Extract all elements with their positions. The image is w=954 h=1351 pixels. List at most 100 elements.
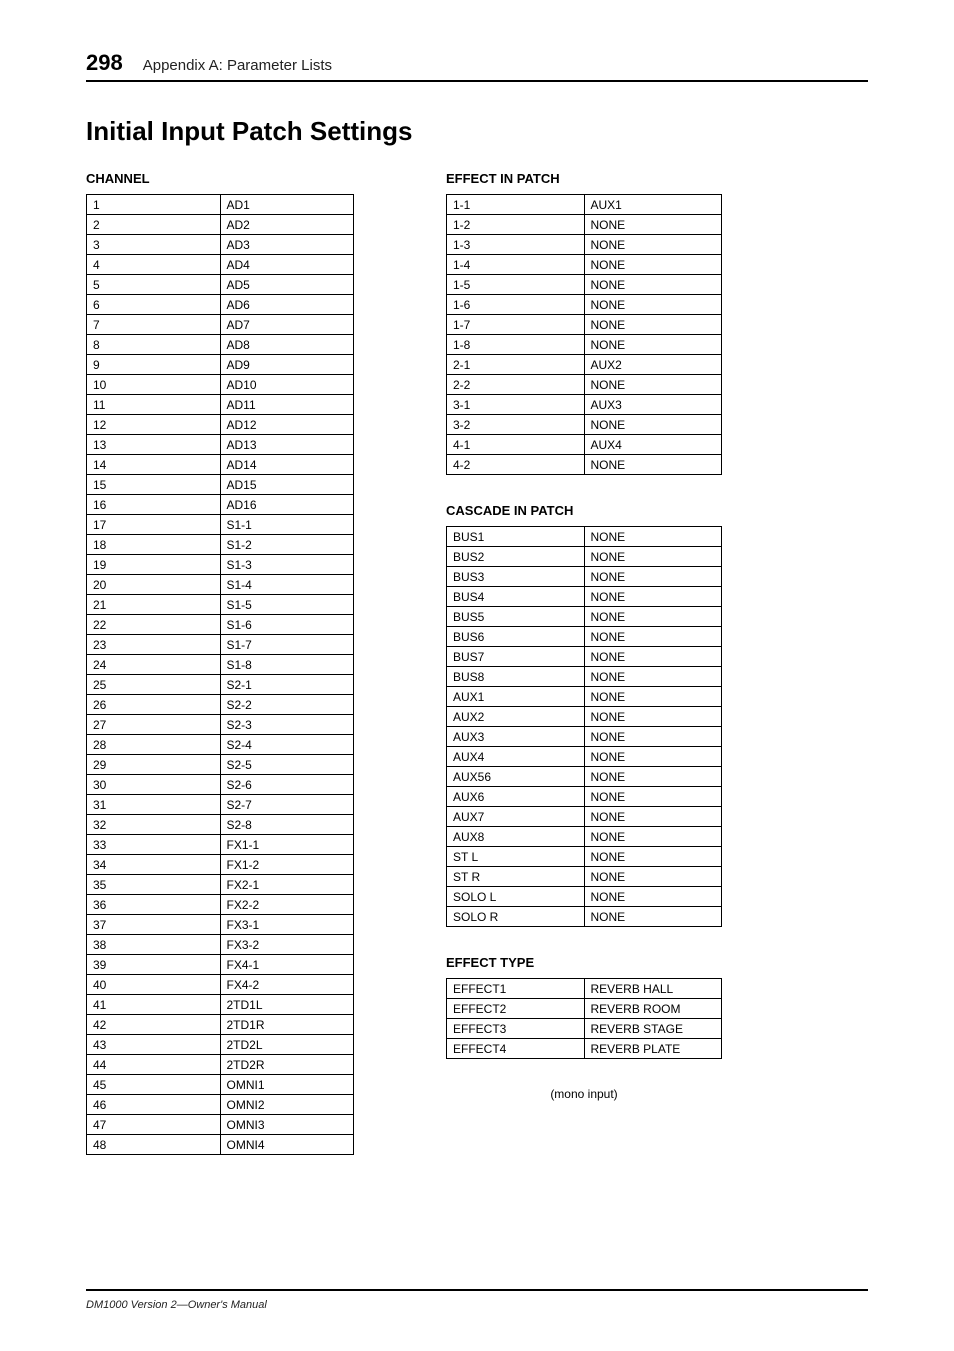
cell-key: 14 [87, 455, 221, 475]
cell-key: 1-3 [447, 235, 585, 255]
table-row: BUS4NONE [447, 587, 722, 607]
cell-key: 18 [87, 535, 221, 555]
cell-key: AUX2 [447, 707, 585, 727]
table-row: 40FX4-2 [87, 975, 354, 995]
table-row: 18S1-2 [87, 535, 354, 555]
cell-value: AD4 [220, 255, 354, 275]
cell-key: AUX56 [447, 767, 585, 787]
table-row: 4-1AUX4 [447, 435, 722, 455]
cell-key: BUS8 [447, 667, 585, 687]
cell-key: 36 [87, 895, 221, 915]
cell-value: OMNI4 [220, 1135, 354, 1155]
cell-key: 44 [87, 1055, 221, 1075]
cell-value: NONE [584, 647, 722, 667]
cell-key: 23 [87, 635, 221, 655]
cell-value: AD13 [220, 435, 354, 455]
table-row: 1-5NONE [447, 275, 722, 295]
chapter-title: Appendix A: Parameter Lists [143, 57, 332, 74]
page-number: 298 [86, 50, 123, 76]
cell-key: 7 [87, 315, 221, 335]
cell-value: S1-1 [220, 515, 354, 535]
cell-value: S2-2 [220, 695, 354, 715]
cell-value: AD8 [220, 335, 354, 355]
table-row: 14AD14 [87, 455, 354, 475]
cell-key: 22 [87, 615, 221, 635]
cell-key: 1-4 [447, 255, 585, 275]
channel-table: 1AD12AD23AD34AD45AD56AD67AD78AD89AD910AD… [86, 194, 354, 1155]
table-row: 15AD15 [87, 475, 354, 495]
cascade-in-patch-title: CASCADE IN PATCH [446, 503, 722, 518]
cell-value: OMNI2 [220, 1095, 354, 1115]
cell-value: AD10 [220, 375, 354, 395]
cell-value: FX2-2 [220, 895, 354, 915]
cell-value: AUX2 [584, 355, 722, 375]
cell-key: 8 [87, 335, 221, 355]
cell-value: NONE [584, 907, 722, 927]
table-row: SOLO LNONE [447, 887, 722, 907]
table-row: 47OMNI3 [87, 1115, 354, 1135]
table-row: EFFECT2REVERB ROOM [447, 999, 722, 1019]
cell-value: FX3-2 [220, 935, 354, 955]
cell-key: 40 [87, 975, 221, 995]
cell-value: FX4-1 [220, 955, 354, 975]
table-row: 33FX1-1 [87, 835, 354, 855]
cell-value: S2-7 [220, 795, 354, 815]
cell-key: 10 [87, 375, 221, 395]
cell-value: S1-6 [220, 615, 354, 635]
table-row: 3-1AUX3 [447, 395, 722, 415]
cell-value: NONE [584, 295, 722, 315]
table-row: 432TD2L [87, 1035, 354, 1055]
cell-value: AD9 [220, 355, 354, 375]
cell-key: 28 [87, 735, 221, 755]
table-row: 31S2-7 [87, 795, 354, 815]
table-row: 48OMNI4 [87, 1135, 354, 1155]
cell-value: S1-7 [220, 635, 354, 655]
cell-value: S1-8 [220, 655, 354, 675]
page-header: 298 Appendix A: Parameter Lists [86, 50, 868, 82]
cell-value: NONE [584, 455, 722, 475]
cell-key: 9 [87, 355, 221, 375]
cell-key: 32 [87, 815, 221, 835]
cell-value: AD16 [220, 495, 354, 515]
cell-value: NONE [584, 687, 722, 707]
cell-key: AUX3 [447, 727, 585, 747]
cell-key: 11 [87, 395, 221, 415]
cell-key: BUS5 [447, 607, 585, 627]
table-row: 1-3NONE [447, 235, 722, 255]
table-row: 17S1-1 [87, 515, 354, 535]
cell-key: 43 [87, 1035, 221, 1055]
cell-key: EFFECT3 [447, 1019, 585, 1039]
cell-value: NONE [584, 547, 722, 567]
cell-value: REVERB PLATE [584, 1039, 722, 1059]
cell-value: NONE [584, 587, 722, 607]
cell-value: FX1-1 [220, 835, 354, 855]
cell-value: NONE [584, 727, 722, 747]
cell-key: 1-8 [447, 335, 585, 355]
cell-value: NONE [584, 707, 722, 727]
table-row: BUS7NONE [447, 647, 722, 667]
cell-key: 33 [87, 835, 221, 855]
left-column: CHANNEL 1AD12AD23AD34AD45AD56AD67AD78AD8… [86, 171, 354, 1155]
table-row: 2-1AUX2 [447, 355, 722, 375]
table-row: 30S2-6 [87, 775, 354, 795]
cell-key: 26 [87, 695, 221, 715]
table-row: 25S2-1 [87, 675, 354, 695]
table-row: 1-2NONE [447, 215, 722, 235]
cell-value: FX2-1 [220, 875, 354, 895]
cell-value: NONE [584, 827, 722, 847]
cell-value: 2TD1R [220, 1015, 354, 1035]
table-row: 37FX3-1 [87, 915, 354, 935]
table-row: 1-4NONE [447, 255, 722, 275]
table-row: BUS8NONE [447, 667, 722, 687]
table-row: 3-2NONE [447, 415, 722, 435]
cell-key: 15 [87, 475, 221, 495]
table-row: EFFECT4REVERB PLATE [447, 1039, 722, 1059]
cell-value: S1-3 [220, 555, 354, 575]
cell-key: BUS7 [447, 647, 585, 667]
table-row: 5AD5 [87, 275, 354, 295]
cell-key: 1-2 [447, 215, 585, 235]
cell-value: NONE [584, 315, 722, 335]
cell-value: NONE [584, 567, 722, 587]
cell-value: NONE [584, 527, 722, 547]
cell-key: AUX7 [447, 807, 585, 827]
